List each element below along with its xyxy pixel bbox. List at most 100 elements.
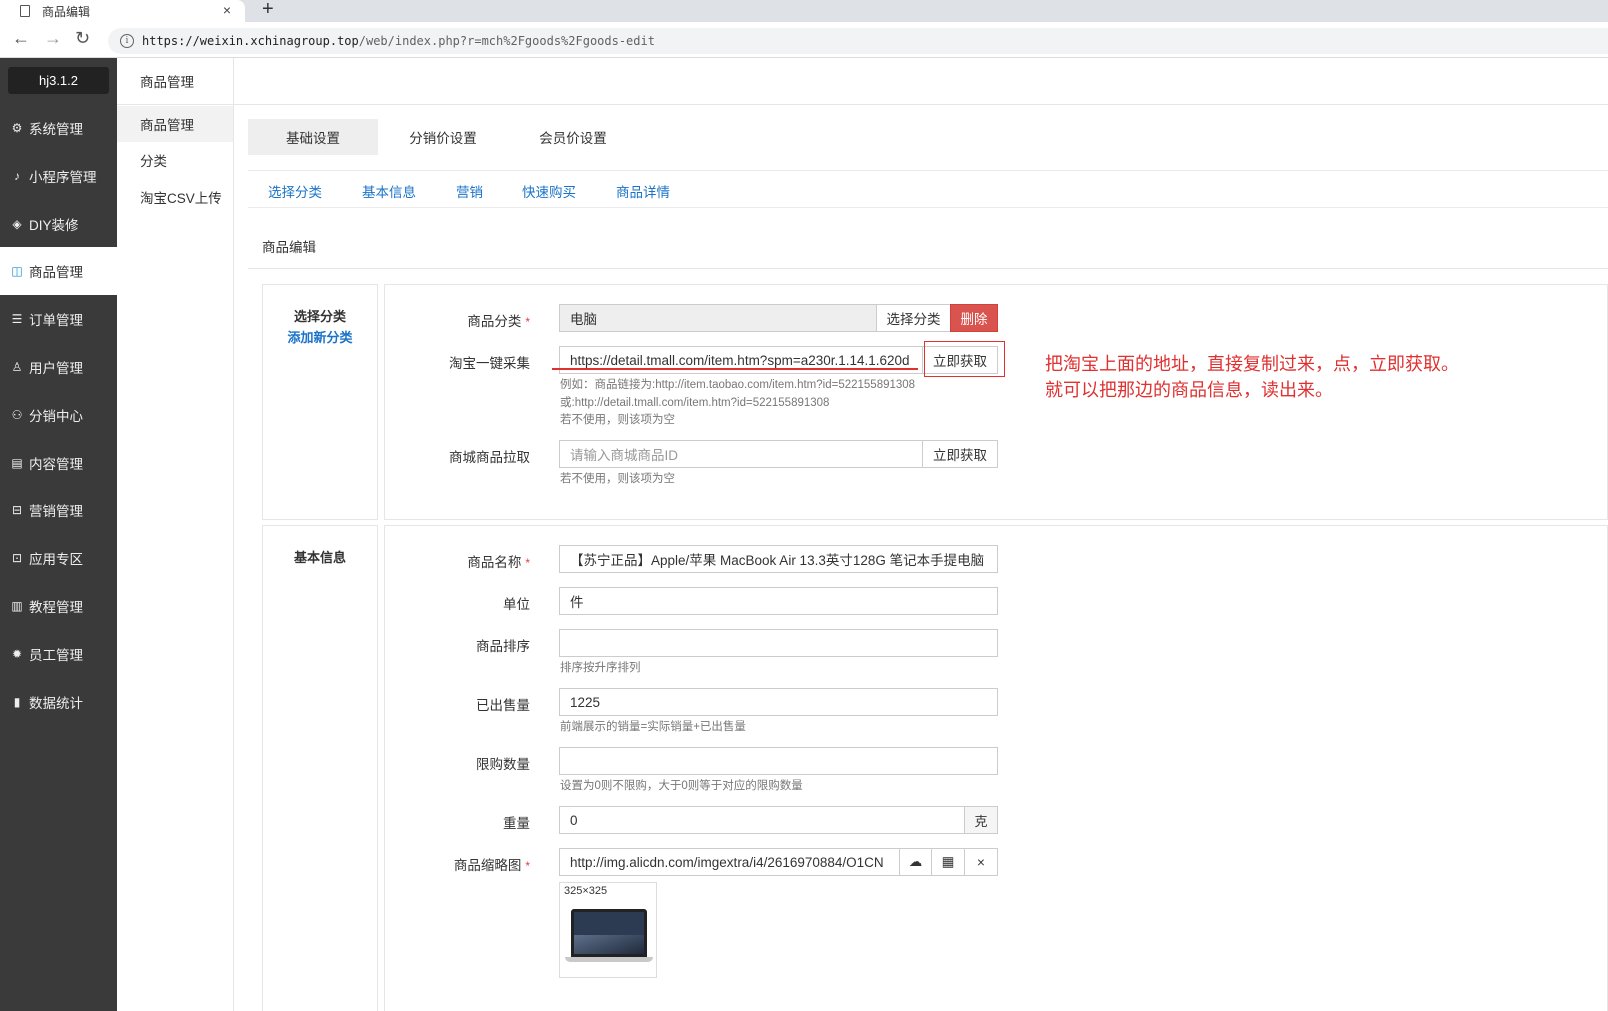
mall-goods-id-input[interactable]: 请输入商城商品ID [559,440,923,468]
annotation-line-2: 就可以把那边的商品信息，读出来。 [1045,380,1333,401]
delete-category-button[interactable]: 删除 [950,304,998,332]
sidebar-item-5[interactable]: ♙ 用户管理 [0,343,117,391]
thumbnail-preview[interactable]: 325×325 [559,882,657,978]
page-title: 商品编辑 [262,240,316,255]
main-sidebar: hj3.1.2 ⚙ 系统管理 ♪ 小程序管理 ◈ DIY装修 ◫ 商品管理 ☰ 订单管理 ♙ 用户管理… [0,58,117,1011]
cog-icon: ✹ [11,646,23,661]
sidebar-item-label: 员工管理 [29,647,83,663]
tab-member-price[interactable]: 会员价设置 [508,119,638,155]
sidebar-item-11[interactable]: ✹ 员工管理 [0,630,117,678]
sold-help: 前端展示的销量=实际销量+已出售量 [560,721,746,733]
sidebar-item-9[interactable]: ⊡ 应用专区 [0,534,117,582]
unit-input[interactable]: 件 [559,587,998,615]
annotation-text: 把淘宝上面的地址，直接复制过来，点，立即获取。 就可以把那边的商品信息，读出来。 [1045,352,1459,404]
sidebar-item-4[interactable]: ☰ 订单管理 [0,295,117,343]
sidebar-item-7[interactable]: ▤ 内容管理 [0,439,117,487]
thumbnail-size-label: 325×325 [564,885,608,897]
taobao-help-3: 若不使用，则该项为空 [560,414,675,426]
site-info-icon[interactable]: i [120,34,134,48]
browser-tab[interactable]: 商品编辑 × [0,0,245,22]
tiktok-icon: ♪ [14,168,20,183]
new-tab-button[interactable]: + [262,0,274,21]
reload-icon[interactable]: ↻ [75,28,90,49]
tab-basic-settings[interactable]: 基础设置 [248,119,378,155]
sidebar-item-label: 数据统计 [29,695,83,711]
basic-card-side: 基本信息 [262,525,378,1011]
bag-icon: ◫ [11,264,23,279]
sidebar-item-0[interactable]: ⚙ 系统管理 [0,104,117,152]
laptop-image [571,909,647,957]
ticket-icon: ⊟ [11,503,23,518]
url-host: https://weixin.xchinagroup.top [142,34,359,48]
thumb-url-input[interactable]: http://img.alicdn.com/imgextra/i4/261697… [559,848,900,876]
unit-label: 单位 [503,597,530,612]
sidebar-item-label: DIY装修 [29,217,79,233]
book-icon: ▥ [11,599,23,613]
weight-label: 重量 [503,816,530,831]
sidebar-item-2[interactable]: ◈ DIY装修 [0,200,117,248]
anchor-marketing[interactable]: 营销 [456,181,483,201]
section-divider [248,268,1608,269]
sub-item-taobao-csv[interactable]: 淘宝CSV上传 [117,179,233,215]
sidebar-item-label: 小程序管理 [29,169,97,185]
mall-pull-label: 商城商品拉取 [449,450,530,465]
back-icon[interactable]: ← [12,28,30,49]
sidebar-item-label: 营销管理 [29,504,83,520]
anchor-basic-info[interactable]: 基本信息 [362,181,416,201]
goods-name-label: 商品名称 * [380,551,530,571]
sidebar-item-8[interactable]: ⊟ 营销管理 [0,486,117,534]
header-divider [234,104,1608,105]
add-category-link[interactable]: 添加新分类 [263,327,377,346]
mall-fetch-button[interactable]: 立即获取 [922,440,998,468]
thumb-label: 商品缩略图 * [380,854,530,874]
weight-input[interactable]: 0 [559,806,965,834]
sidebar-item-12[interactable]: ▮ 数据统计 [0,678,117,726]
category-field[interactable]: 电脑 [559,304,877,332]
required-mark: * [525,859,530,873]
required-mark: * [525,556,530,570]
tab-title: 商品编辑 [42,4,91,19]
sidebar-item-label: 订单管理 [29,313,83,329]
sub-item-category[interactable]: 分类 [117,142,233,178]
forward-icon[interactable]: → [44,28,62,49]
anchor-category[interactable]: 选择分类 [268,181,322,201]
upload-icon[interactable]: ☁ [899,848,932,876]
sort-help: 排序按升序排列 [560,662,641,674]
sidebar-item-10[interactable]: ▥ 教程管理 [0,582,117,630]
clear-icon[interactable]: × [964,848,998,876]
sold-input[interactable]: 1225 [559,688,998,716]
tab-close-icon[interactable]: × [223,2,231,18]
goods-name-input[interactable]: 【苏宁正品】Apple/苹果 MacBook Air 13.3英寸128G 笔记… [559,545,998,573]
gallery-grid-icon[interactable]: ▦ [931,848,965,876]
version-badge: hj3.1.2 [8,67,109,94]
sort-input[interactable] [559,629,998,657]
anchor-goods-detail[interactable]: 商品详情 [616,181,670,201]
limit-input[interactable] [559,747,998,775]
sidebar-item-label: 用户管理 [29,361,83,376]
anchor-nav: 选择分类 基本信息 营销 快速购买 商品详情 [248,170,1608,208]
diamond-icon: ◈ [12,216,22,231]
category-card-side: 选择分类 添加新分类 [262,284,378,520]
category-card-title: 选择分类 [293,309,346,324]
sold-label: 已出售量 [476,698,530,713]
bar-chart-icon: ▮ [13,694,21,709]
choose-category-button[interactable]: 选择分类 [876,304,951,332]
apps-icon: ⊡ [11,551,23,566]
annotation-line-1: 把淘宝上面的地址，直接复制过来，点，立即获取。 [1045,354,1459,375]
weight-unit: 克 [964,806,998,834]
sidebar-item-6[interactable]: ⚇ 分销中心 [0,391,117,439]
sub-sidebar: 商品管理 商品管理 分类 淘宝CSV上传 [117,58,234,1011]
sidebar-item-1[interactable]: ♪ 小程序管理 [0,152,117,200]
category-label: 商品分类 * [380,310,530,330]
goods-name-label-text: 商品名称 [467,555,522,570]
anchor-quick-buy[interactable]: 快速购买 [522,181,576,201]
tab-distribution-price[interactable]: 分销价设置 [378,119,508,155]
url-field[interactable]: i https://weixin.xchinagroup.top/web/ind… [108,28,1608,54]
sidebar-item-label: 系统管理 [29,122,83,137]
sub-item-goods[interactable]: 商品管理 [117,106,233,142]
sidebar-item-label: 分销中心 [29,408,83,424]
basic-card-title: 基本信息 [293,550,346,565]
laptop-base [565,957,653,962]
sidebar-item-3[interactable]: ◫ 商品管理 [0,247,117,296]
required-mark: * [525,315,530,329]
